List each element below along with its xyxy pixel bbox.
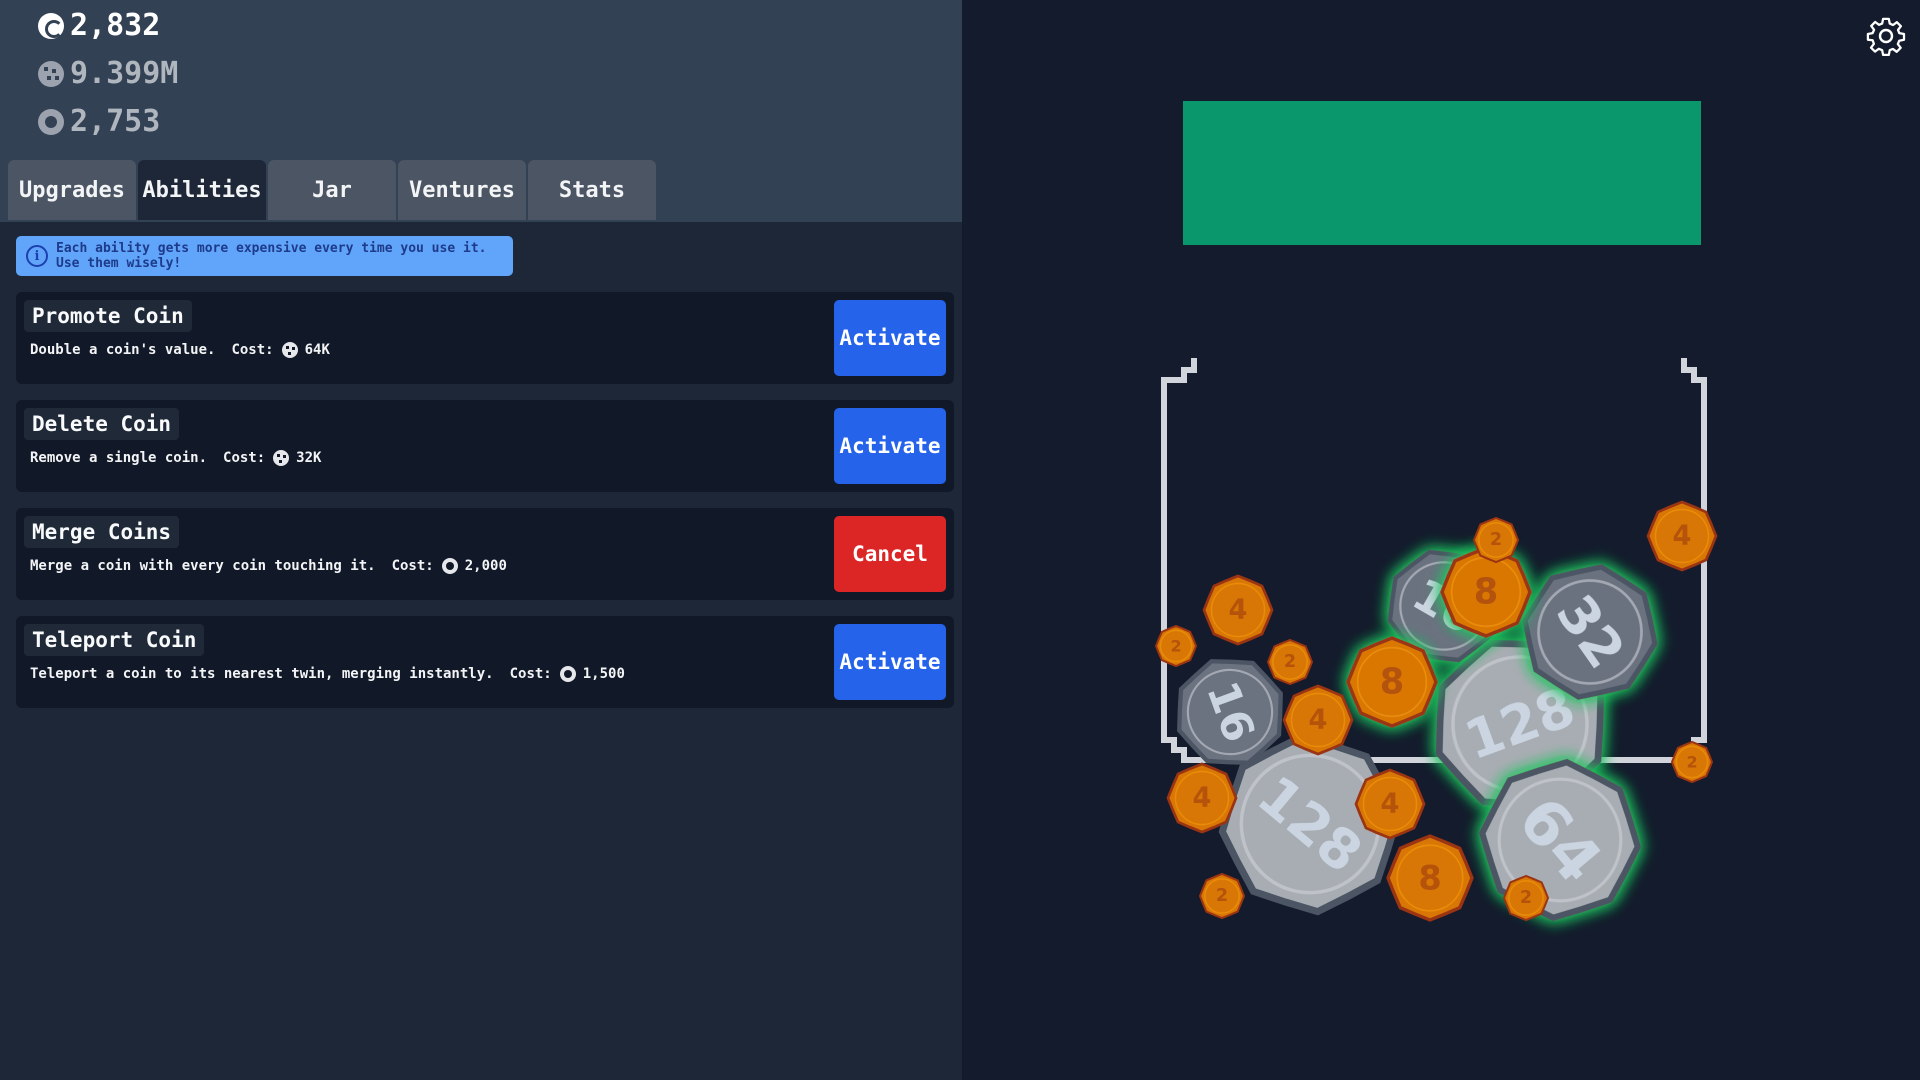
info-icon: i [26,245,48,267]
tab-abilities[interactable]: Abilities [138,160,266,220]
coin-value: 4 [1309,705,1328,736]
jar-coin[interactable]: 8 [1386,834,1474,922]
currency-header: 2,832 9.399M 2,753 Upgrades Abilities Ja… [0,0,962,222]
ability-cost: 64K [304,342,330,358]
coin-value: 2 [1216,886,1228,906]
coin-balance: 2,832 [38,8,160,43]
coin-value: 2 [1170,637,1181,656]
info-notice: i Each ability gets more expensive every… [16,236,513,276]
ability-description: Teleport a coin to its nearest twin, mer… [30,666,625,682]
cost-label: Cost: [391,558,434,574]
ability-cost: 32K [296,450,322,466]
gear-icon [38,108,64,135]
tab-ventures[interactable]: Ventures [398,160,526,220]
side-panel: 2,832 9.399M 2,753 Upgrades Abilities Ja… [0,0,962,1080]
cookie-balance-value: 9.399M [70,56,179,91]
coin-jar[interactable]: 128128 64321616 8884444422222 2 [1150,350,1730,940]
ability-desc-text: Teleport a coin to its nearest twin, mer… [30,666,494,682]
settings-gear-icon[interactable] [1866,16,1906,56]
jar-coin[interactable]: 2 [1154,624,1198,668]
gear-icon [441,558,458,574]
ability-name: Teleport Coin [24,624,205,656]
ability-name: Merge Coins [24,516,180,548]
tab-bar: Upgrades Abilities Jar Ventures Stats [8,160,656,220]
activate-teleport-coin-button[interactable]: Activate [834,624,946,700]
coin-value: 4 [1381,789,1400,820]
coin-value: 2 [1520,888,1532,908]
tab-jar[interactable]: Jar [268,160,396,220]
activate-delete-coin-button[interactable]: Activate [834,408,946,484]
jar-coin[interactable]: 8 [1346,636,1438,728]
cancel-merge-coins-button[interactable]: Cancel [834,516,946,592]
tab-upgrades[interactable]: Upgrades [8,160,136,220]
cookie-icon [281,342,298,358]
coin-icon [38,12,64,39]
jar-coin[interactable]: 4 [1354,768,1426,840]
jar-coin[interactable]: 2 [1472,516,1520,564]
coin-value: 4 [1229,595,1248,626]
coin-value: 8 [1418,859,1441,898]
jar-coin[interactable]: 4 [1166,762,1238,834]
coin-balance-value: 2,832 [70,8,161,43]
coins-layer: 128128 64321616 8884444422222 2 [1154,500,1718,922]
tab-stats[interactable]: Stats [528,160,656,220]
cost-label: Cost: [231,342,274,358]
ability-card-merge-coins: Merge Coins Merge a coin with every coin… [16,508,954,600]
coin-value: 2 [1686,753,1697,772]
ability-name: Delete Coin [24,408,180,440]
jar-progress-bar [1183,101,1701,245]
ability-description: Merge a coin with every coin touching it… [30,558,507,574]
ability-card-delete-coin: Delete Coin Remove a single coin. Cost: … [16,400,954,492]
coin-value: 2 [1490,530,1502,550]
jar-coin[interactable]: 4 [1646,500,1718,572]
activate-promote-coin-button[interactable]: Activate [834,300,946,376]
jar-coin[interactable]: 2 [1670,740,1714,784]
cookie-balance: 9.399M [38,56,178,91]
cost-label: Cost: [223,450,266,466]
gear-balance-value: 2,753 [70,104,161,139]
jar-coin[interactable]: 4 [1282,684,1354,756]
coin-value: 8 [1380,662,1404,703]
ability-description: Remove a single coin. Cost: 32K [30,450,321,466]
coin-value: 2 [1284,652,1296,672]
coin-value: 4 [1673,521,1692,552]
cost-label: Cost: [509,666,552,682]
gear-icon [559,666,576,682]
jar-coin[interactable]: 4 [1202,574,1274,646]
gear-balance: 2,753 [38,104,160,139]
jar-coin[interactable]: 8 [1440,546,1532,638]
jar-coin[interactable]: 2 [1502,874,1550,922]
ability-desc-text: Remove a single coin. [30,450,208,466]
jar-coin[interactable]: 2 [1198,872,1246,920]
ability-description: Double a coin's value. Cost: 64K [30,342,330,358]
ability-desc-text: Merge a coin with every coin touching it… [30,558,376,574]
jar-progress-fill [1183,101,1701,245]
ability-cost: 2,000 [464,558,507,574]
jar-coin[interactable]: 2 [1266,638,1314,686]
cookie-icon [273,450,290,466]
cookie-icon [38,60,64,87]
ability-cost: 1,500 [582,666,625,682]
info-notice-text: Each ability gets more expensive every t… [56,241,487,271]
ability-card-teleport-coin: Teleport Coin Teleport a coin to its nea… [16,616,954,708]
ability-card-promote-coin: Promote Coin Double a coin's value. Cost… [16,292,954,384]
coin-value: 4 [1193,783,1212,814]
ability-name: Promote Coin [24,300,192,332]
ability-desc-text: Double a coin's value. [30,342,216,358]
coin-value: 8 [1474,572,1498,613]
